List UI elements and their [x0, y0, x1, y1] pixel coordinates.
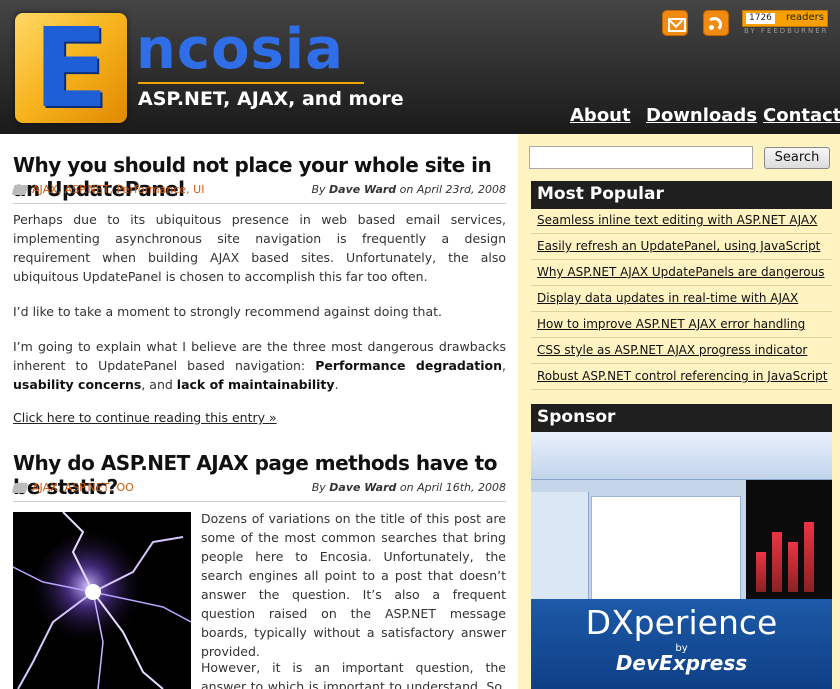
popular-link[interactable]: How to improve ASP.NET AJAX error handli… [531, 312, 832, 338]
sponsor-company: DevExpress [615, 651, 748, 675]
feedburner-badge[interactable]: 1726 readers [742, 10, 828, 27]
post-date: on April 23rd, 2008 [399, 183, 506, 196]
sponsor-product: DXperience [585, 603, 778, 642]
site-tagline: ASP.NET, AJAX, and more [138, 88, 404, 110]
most-popular-heading: Most Popular [531, 181, 832, 209]
logo-underline [138, 82, 364, 84]
post-paragraph: However, it is an important question, th… [201, 660, 506, 689]
email-subscribe-icon[interactable] [662, 10, 688, 36]
byline-by: By [311, 481, 326, 494]
tag-icon [11, 185, 29, 195]
post-paragraph: I’d like to take a moment to strongly re… [13, 304, 443, 319]
logo-text[interactable]: ncosia [136, 18, 344, 82]
lightning-image [13, 512, 191, 689]
nav-about[interactable]: About [570, 105, 631, 126]
post-author[interactable]: Dave Ward [329, 481, 396, 494]
post-paragraph: I’m going to explain what I believe are … [13, 337, 506, 394]
app-grid [591, 496, 741, 600]
app-ribbon [531, 432, 832, 480]
chart-bar [788, 542, 798, 592]
sponsor-brand: DXperience by DevExpress [531, 599, 832, 689]
app-nav-panel [531, 492, 589, 600]
reader-count: 1726 [746, 13, 775, 24]
popular-link[interactable]: CSS style as ASP.NET AJAX progress indic… [531, 338, 832, 364]
search-button[interactable]: Search [764, 147, 830, 169]
post-tags[interactable]: AJAX, ASP.NET, Performance, UI [32, 183, 204, 196]
popular-link[interactable]: Why ASP.NET AJAX UpdatePanels are danger… [531, 260, 832, 286]
post-byline: By Dave Ward on April 16th, 2008 [312, 481, 506, 494]
post-date: on April 16th, 2008 [399, 481, 506, 494]
tag-icon [11, 483, 29, 493]
popular-link[interactable]: Easily refresh an UpdatePanel, using Jav… [531, 234, 832, 260]
rss-feed-icon[interactable] [703, 10, 729, 36]
popular-link[interactable]: Robust ASP.NET control referencing in Ja… [531, 364, 832, 390]
feedburner-credit: BY FEEDBURNER [744, 27, 829, 35]
chart-bar [804, 522, 814, 592]
emphasis: Performance degradation [315, 358, 503, 373]
emphasis: lack of maintainability [176, 377, 335, 392]
read-more-link[interactable]: Click here to continue reading this entr… [13, 410, 277, 425]
chart-bar [772, 532, 782, 592]
emphasis: usability concerns [13, 377, 142, 392]
post-paragraph: Dozens of variations on the title of thi… [201, 511, 506, 659]
post-tags[interactable]: AJAX, ASP.NET, OO [32, 481, 134, 494]
lightning-svg [13, 512, 191, 689]
search-input[interactable] [529, 146, 753, 169]
popular-link[interactable]: Display data updates in real-time with A… [531, 286, 832, 312]
nav-contact[interactable]: Contact [763, 105, 840, 126]
rss-arc [707, 17, 722, 32]
readers-label: readers [786, 12, 824, 23]
most-popular-list: Seamless inline text editing with ASP.NE… [531, 208, 832, 390]
app-chart-panel [746, 480, 832, 600]
sponsor-screenshot [531, 432, 832, 600]
post-paragraph: Perhaps due to its ubiquitous presence i… [13, 212, 506, 284]
separator: , [502, 358, 506, 373]
post-author[interactable]: Dave Ward [329, 183, 396, 196]
post-byline: By Dave Ward on April 23rd, 2008 [311, 183, 506, 196]
byline-by: By [311, 183, 326, 196]
post-meta: AJAX, ASP.NET, OO By Dave Ward on April … [11, 481, 506, 497]
logo-letter[interactable]: E [15, 13, 127, 123]
post-meta: AJAX, ASP.NET, Performance, UI By Dave W… [11, 183, 506, 199]
chart-bar [756, 552, 766, 592]
sponsor-heading: Sponsor [531, 404, 832, 432]
popular-link[interactable]: Seamless inline text editing with ASP.NE… [531, 208, 832, 234]
separator: , and [141, 377, 177, 392]
nav-downloads[interactable]: Downloads [646, 105, 757, 126]
separator: . [334, 377, 339, 392]
sponsor-banner[interactable]: DXperience by DevExpress [531, 432, 832, 689]
site-header: E ncosia ASP.NET, AJAX, and more 1726 re… [0, 0, 840, 134]
